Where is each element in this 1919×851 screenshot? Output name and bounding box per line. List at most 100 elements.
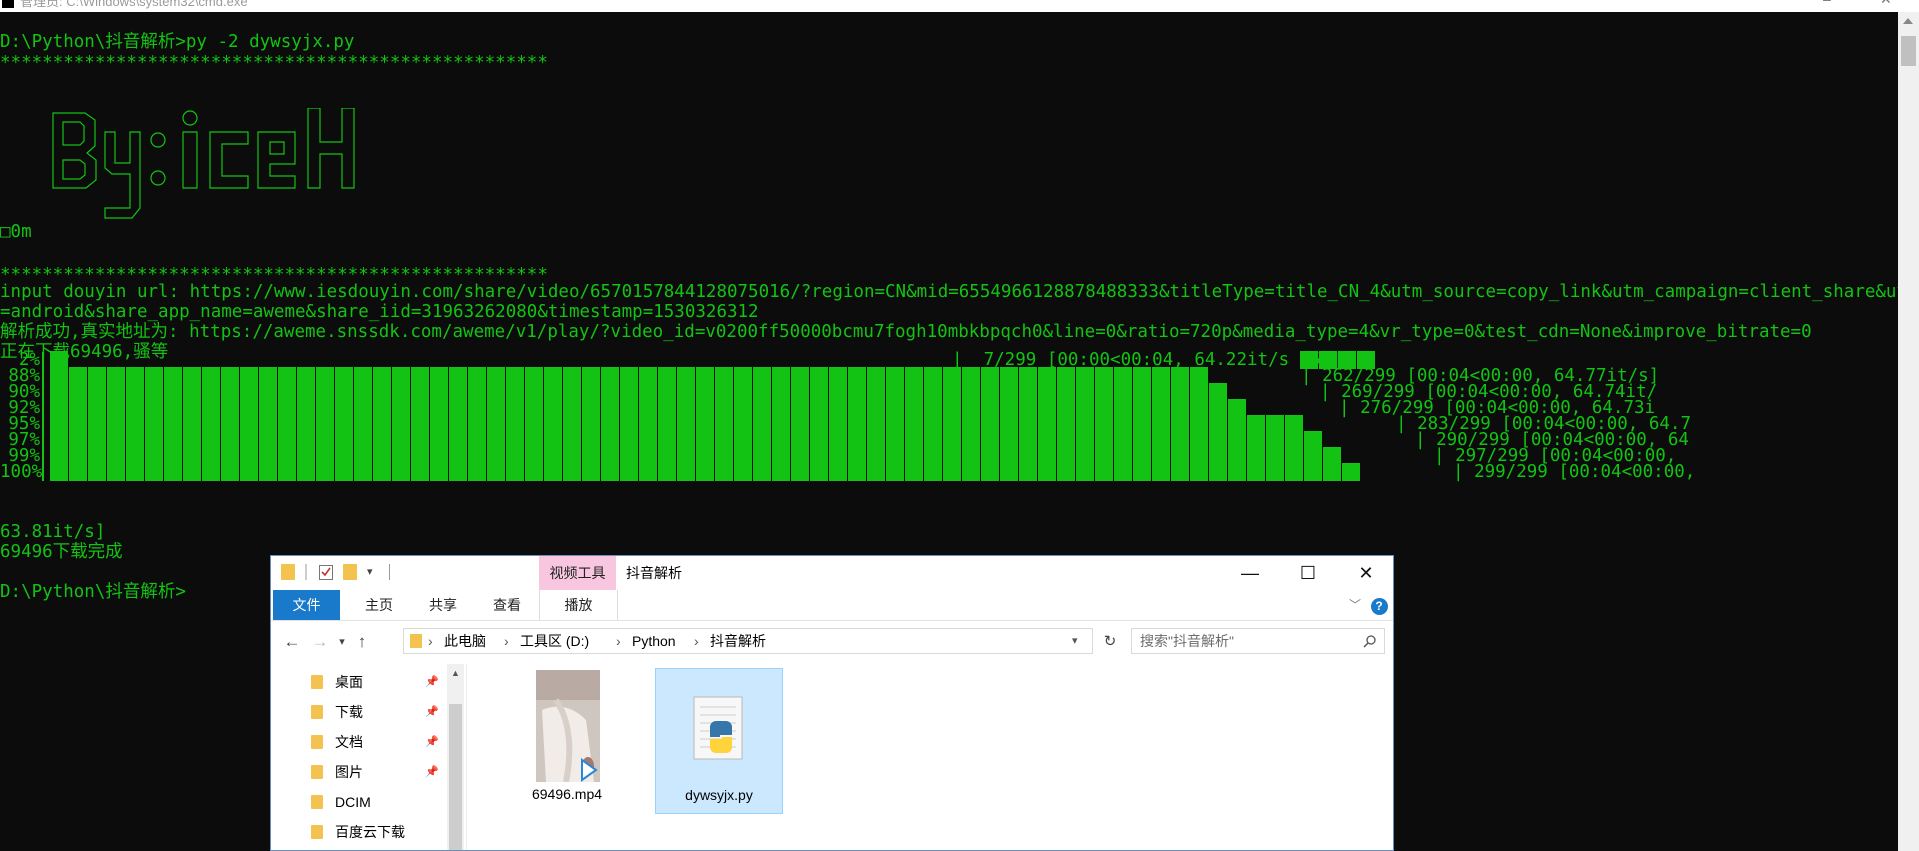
progress-cell — [411, 463, 429, 481]
sidebar-item[interactable]: 桌面 📌 — [311, 668, 451, 696]
sidebar-item[interactable]: 下载 📌 — [311, 698, 451, 726]
progress-cell — [1304, 463, 1322, 481]
progress-cell — [962, 463, 980, 481]
address-bar[interactable]: › 此电脑 › 工具区 (D:) › Python › 抖音解析 ▾ — [403, 628, 1093, 654]
stars-divider: ****************************************… — [0, 53, 548, 73]
help-icon[interactable]: ? — [1369, 590, 1389, 620]
recent-locations-icon[interactable]: ▾ — [331, 630, 353, 654]
breadcrumb-python[interactable]: Python — [632, 629, 676, 653]
progress-cell — [905, 463, 923, 481]
progress-cell — [145, 463, 163, 481]
progress-cell — [506, 463, 524, 481]
progress-cell — [1342, 463, 1360, 481]
progress-cell — [487, 463, 505, 481]
progress-cell — [753, 463, 771, 481]
pin-icon[interactable]: 📌 — [425, 698, 439, 726]
progress-bar-fill — [50, 463, 1361, 481]
input-url-line-2: =android&share_app_name=aweme&share_iid=… — [0, 302, 759, 322]
progress-cell — [658, 463, 676, 481]
breadcrumb-chevron-icon: › — [694, 633, 699, 649]
progress-cell — [734, 463, 752, 481]
properties-icon[interactable] — [319, 565, 333, 580]
folder-icon — [311, 765, 323, 779]
cmd-scrollbar[interactable] — [1898, 12, 1919, 851]
customize-quick-access-icon[interactable]: ▾ — [367, 565, 381, 581]
minimize-icon[interactable]: — — [1221, 556, 1279, 590]
forward-arrow-icon[interactable]: → — [309, 630, 331, 654]
new-folder-icon[interactable] — [343, 564, 357, 580]
cmd-close-icon[interactable]: ✕ — [1880, 0, 1892, 8]
close-icon[interactable]: ✕ — [1337, 556, 1393, 590]
real-address-line: 解析成功,真实地址为: https://aweme.snssdk.com/awe… — [0, 322, 1812, 342]
address-dropdown-icon[interactable]: ▾ — [1072, 629, 1078, 653]
progress-info: | 299/299 [00:04<00:00, — [1453, 462, 1696, 482]
back-arrow-icon[interactable]: ← — [281, 630, 303, 654]
tab-view[interactable]: 查看 — [477, 590, 537, 620]
sidebar-item[interactable]: 文档 📌 — [311, 728, 451, 756]
maximize-icon[interactable]: ☐ — [1279, 556, 1337, 590]
scrollbar-thumb[interactable] — [1901, 36, 1916, 66]
progress-cell — [1285, 463, 1303, 481]
expand-ribbon-icon[interactable]: ﹀ — [1345, 590, 1365, 620]
python-file-icon — [693, 696, 743, 760]
progress-cell — [1019, 463, 1037, 481]
progress-cell — [259, 463, 277, 481]
progress-cell — [943, 463, 961, 481]
tab-home[interactable]: 主页 — [349, 590, 409, 620]
breadcrumb-current[interactable]: 抖音解析 — [710, 629, 766, 653]
pin-icon[interactable]: 📌 — [425, 728, 439, 756]
file-explorer-window[interactable]: ▾ 视频工具 抖音解析 — ☐ ✕ 文件 主页 共享 查看 播放 ﹀ ? ← →… — [270, 555, 1394, 851]
progress-cell — [1076, 463, 1094, 481]
breadcrumb-chevron-icon: › — [504, 633, 509, 649]
progress-cell — [1190, 463, 1208, 481]
file-item-python[interactable]: dywsyjx.py — [655, 668, 783, 814]
file-name: 69496.mp4 — [531, 786, 603, 802]
progress-cell — [164, 463, 182, 481]
tab-play[interactable]: 播放 — [539, 590, 618, 620]
progress-cell — [107, 463, 125, 481]
breadcrumb-chevron-icon: › — [616, 633, 621, 649]
sidebar-item[interactable]: 百度云下载 — [311, 818, 451, 846]
breadcrumb-drive-d[interactable]: 工具区 (D:) — [520, 629, 589, 653]
tab-file[interactable]: 文件 — [273, 590, 340, 620]
up-arrow-icon[interactable]: ↑ — [351, 630, 373, 654]
progress-cell — [1152, 463, 1170, 481]
sidebar-item[interactable]: DCIM — [311, 788, 451, 816]
folder-icon — [311, 705, 323, 719]
sidebar-item-label: 文档 — [335, 734, 363, 750]
wrapped-rate-line: 63.81it/s] — [0, 522, 106, 542]
nav-scrollbar-thumb[interactable] — [449, 704, 462, 850]
progress-cell — [867, 463, 885, 481]
pin-icon[interactable]: 📌 — [425, 668, 439, 696]
breadcrumb-this-pc[interactable]: 此电脑 — [444, 629, 486, 653]
scroll-up-icon[interactable] — [1903, 18, 1913, 24]
search-icon[interactable] — [1363, 635, 1376, 648]
pin-icon[interactable]: 📌 — [425, 758, 439, 786]
progress-cell — [221, 463, 239, 481]
nav-scroll-up-icon[interactable]: ▲ — [451, 668, 460, 678]
explorer-window-title: 抖音解析 — [626, 565, 682, 581]
sidebar-item[interactable]: 图片 📌 — [311, 758, 451, 786]
file-item-video[interactable]: 69496.mp4 — [503, 668, 631, 814]
progress-separator — [42, 464, 44, 481]
search-input[interactable]: 搜索"抖音解析" — [1131, 628, 1385, 654]
progress-cell — [240, 463, 258, 481]
progress-cell — [1133, 463, 1151, 481]
progress-cell — [1266, 463, 1284, 481]
tab-share[interactable]: 共享 — [413, 590, 473, 620]
progress-cell — [772, 463, 790, 481]
progress-cell — [278, 463, 296, 481]
progress-cell — [1247, 463, 1265, 481]
final-prompt: D:\Python\抖音解析> — [0, 582, 186, 602]
nav-scrollbar[interactable]: ▲ — [447, 664, 464, 850]
progress-cell — [620, 463, 638, 481]
explorer-titlebar[interactable]: ▾ 视频工具 抖音解析 — ☐ ✕ — [271, 556, 1393, 590]
progress-cell — [582, 463, 600, 481]
cmd-minimize-icon[interactable]: – — [1823, 0, 1831, 7]
cmd-titlebar[interactable]: 管理员: C:\Windows\system32\cmd.exe – ✕ — [0, 0, 1919, 12]
refresh-icon[interactable]: ↻ — [1099, 630, 1121, 654]
cmd-window-title: 管理员: C:\Windows\system32\cmd.exe — [20, 0, 248, 9]
sidebar-item-label: DCIM — [335, 794, 371, 810]
video-tools-contextual-tab[interactable]: 视频工具 — [539, 556, 616, 590]
progress-cell — [449, 463, 467, 481]
